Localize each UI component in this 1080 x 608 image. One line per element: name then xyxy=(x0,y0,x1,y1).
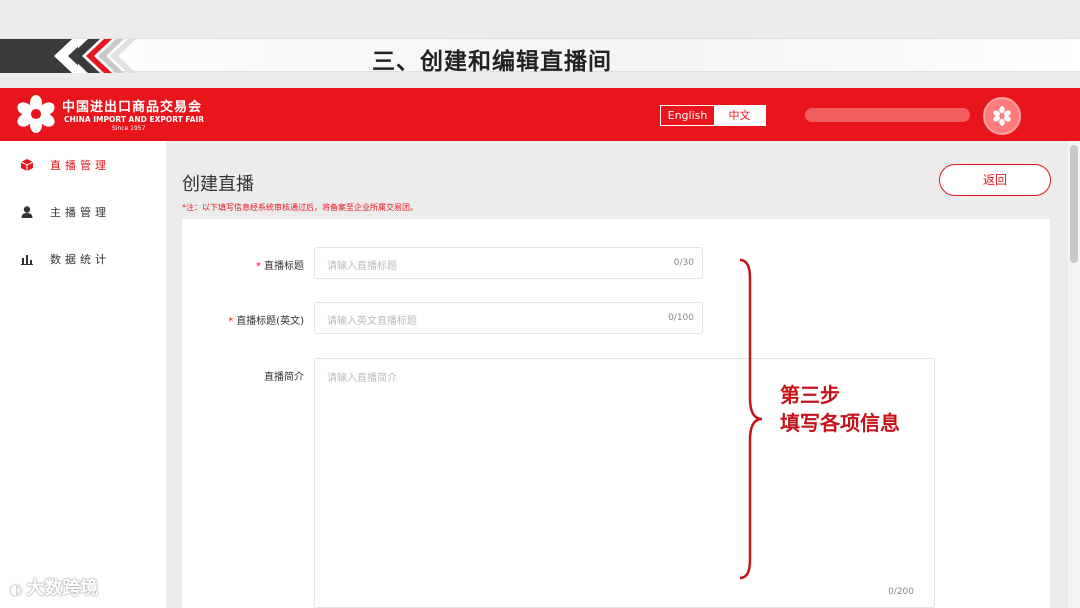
lang-chinese-button[interactable]: 中文 xyxy=(714,106,765,125)
sidebar-item-label: 主播管理 xyxy=(50,206,110,219)
user-icon xyxy=(21,206,33,218)
sidebar-item-anchor-management[interactable]: 主播管理 xyxy=(20,202,110,222)
bar-chart-icon xyxy=(21,255,33,265)
annotation-brace xyxy=(739,258,763,580)
slide-title: 三、创建和编辑直播间 xyxy=(372,49,612,75)
textarea-placeholder: 请输入直播简介 xyxy=(327,373,397,384)
logo-english-text: CHINA IMPORT AND EXPORT FAIR xyxy=(64,115,205,124)
char-counter: 0/30 xyxy=(673,258,694,268)
page-title: 创建直播 xyxy=(182,174,254,195)
annotation-text: 填写各项信息 xyxy=(780,411,900,435)
char-counter: 0/100 xyxy=(668,313,694,323)
watermark: ◐ 大数跨境 xyxy=(10,578,99,599)
cube-icon xyxy=(20,159,34,171)
logo-since-text: Since 1957 xyxy=(112,125,146,132)
canton-fair-logo-icon[interactable] xyxy=(14,94,58,134)
input-placeholder: 请输入直播标题 xyxy=(327,261,397,272)
chevron-arrows-icon xyxy=(54,39,136,73)
sidebar-item-live-management[interactable]: 直播管理 xyxy=(20,155,110,175)
back-button[interactable]: 返回 xyxy=(939,164,1051,196)
page-scrollbar[interactable] xyxy=(1068,141,1080,608)
char-counter: 0/200 xyxy=(888,587,914,597)
language-switch: English 中文 xyxy=(660,105,766,126)
required-marker: * xyxy=(228,316,234,327)
annotation-step: 第三步 xyxy=(780,383,840,407)
field-label-live-title: * 直播标题 xyxy=(256,261,304,272)
field-label-live-intro: 直播简介 xyxy=(264,372,304,383)
live-title-en-input[interactable]: 请输入英文直播标题 0/100 xyxy=(314,302,703,334)
input-placeholder: 请输入英文直播标题 xyxy=(327,316,417,327)
sidebar-item-label: 直播管理 xyxy=(50,159,110,172)
scrollbar-thumb[interactable] xyxy=(1070,145,1078,263)
live-intro-textarea[interactable]: 请输入直播简介 0/200 xyxy=(314,358,935,608)
sidebar-item-statistics[interactable]: 数据统计 xyxy=(20,249,110,269)
sidebar-item-label: 数据统计 xyxy=(50,253,110,266)
field-label-live-title-en: * 直播标题(英文) xyxy=(228,316,304,327)
avatar[interactable] xyxy=(983,97,1021,135)
required-marker: * xyxy=(256,261,261,272)
logo-chinese-text: 中国进出口商品交易会 xyxy=(62,100,203,115)
blurred-account-name xyxy=(805,108,970,122)
lang-english-button[interactable]: English xyxy=(661,106,714,125)
live-title-input[interactable]: 请输入直播标题 0/30 xyxy=(314,247,703,279)
review-note: *注：以下填写信息经系统审核通过后，将备案至企业所属交易团。 xyxy=(182,203,418,212)
watermark-logo-icon: ◐ xyxy=(10,582,23,598)
